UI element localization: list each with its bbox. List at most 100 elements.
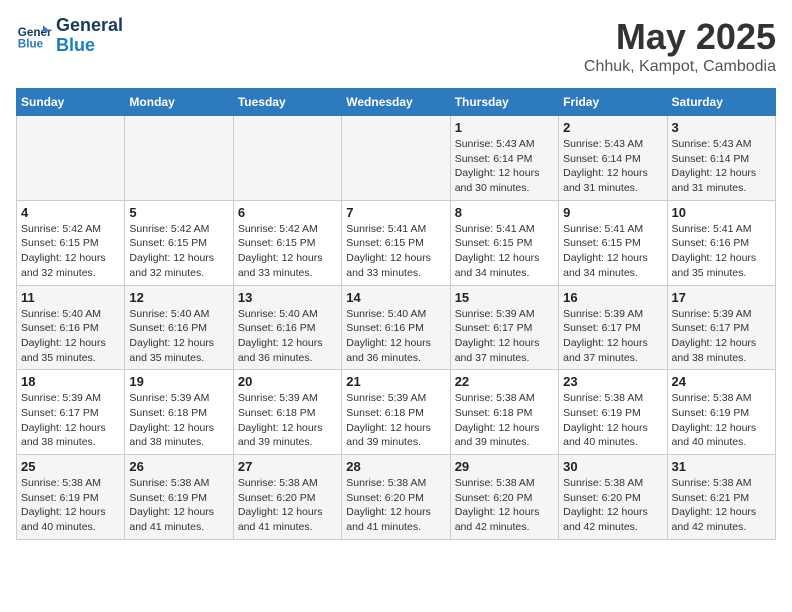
day-info: Sunrise: 5:41 AM Sunset: 6:16 PM Dayligh… (672, 222, 771, 281)
day-info: Sunrise: 5:38 AM Sunset: 6:21 PM Dayligh… (672, 476, 771, 535)
day-number: 12 (129, 290, 228, 305)
calendar-week: 4 Sunrise: 5:42 AM Sunset: 6:15 PM Daylig… (17, 200, 776, 285)
calendar-cell: 9 Sunrise: 5:41 AM Sunset: 6:15 PM Daylig… (559, 200, 667, 285)
day-number: 18 (21, 374, 120, 389)
day-info: Sunrise: 5:38 AM Sunset: 6:20 PM Dayligh… (455, 476, 554, 535)
day-info: Sunrise: 5:38 AM Sunset: 6:19 PM Dayligh… (21, 476, 120, 535)
day-info: Sunrise: 5:41 AM Sunset: 6:15 PM Dayligh… (563, 222, 662, 281)
weekday-header: Thursday (450, 89, 558, 116)
calendar-cell (233, 116, 341, 201)
weekday-header: Sunday (17, 89, 125, 116)
day-number: 16 (563, 290, 662, 305)
calendar-cell: 2 Sunrise: 5:43 AM Sunset: 6:14 PM Daylig… (559, 116, 667, 201)
day-number: 11 (21, 290, 120, 305)
logo-text: General Blue (56, 16, 123, 56)
calendar-cell: 21Sunrise: 5:39 AM Sunset: 6:18 PM Dayli… (342, 370, 450, 455)
calendar-week: 11 Sunrise: 5:40 AM Sunset: 6:16 PM Dayli… (17, 285, 776, 370)
day-number: 20 (238, 374, 337, 389)
calendar-week: 25 Sunrise: 5:38 AM Sunset: 6:19 PM Dayli… (17, 455, 776, 540)
calendar-cell: 29Sunrise: 5:38 AM Sunset: 6:20 PM Dayli… (450, 455, 558, 540)
weekday-header: Monday (125, 89, 233, 116)
logo-icon: General Blue (16, 18, 52, 54)
calendar-cell: 25 Sunrise: 5:38 AM Sunset: 6:19 PM Dayli… (17, 455, 125, 540)
day-number: 31 (672, 459, 771, 474)
day-number: 19 (129, 374, 228, 389)
calendar-cell: 20Sunrise: 5:39 AM Sunset: 6:18 PM Dayli… (233, 370, 341, 455)
weekday-header: Saturday (667, 89, 775, 116)
day-number: 22 (455, 374, 554, 389)
day-number: 15 (455, 290, 554, 305)
day-info: Sunrise: 5:38 AM Sunset: 6:19 PM Dayligh… (129, 476, 228, 535)
svg-text:Blue: Blue (18, 37, 44, 50)
day-number: 25 (21, 459, 120, 474)
day-number: 21 (346, 374, 445, 389)
weekday-header: Friday (559, 89, 667, 116)
day-number: 24 (672, 374, 771, 389)
calendar-week: 18Sunrise: 5:39 AM Sunset: 6:17 PM Dayli… (17, 370, 776, 455)
day-info: Sunrise: 5:41 AM Sunset: 6:15 PM Dayligh… (455, 222, 554, 281)
calendar-cell: 1Sunrise: 5:43 AM Sunset: 6:14 PM Daylig… (450, 116, 558, 201)
day-info: Sunrise: 5:38 AM Sunset: 6:19 PM Dayligh… (672, 391, 771, 450)
day-info: Sunrise: 5:43 AM Sunset: 6:14 PM Dayligh… (563, 137, 662, 196)
day-number: 4 (21, 205, 120, 220)
day-number: 28 (346, 459, 445, 474)
calendar-cell: 3Sunrise: 5:43 AM Sunset: 6:14 PM Daylig… (667, 116, 775, 201)
day-number: 3 (672, 120, 771, 135)
calendar-cell (342, 116, 450, 201)
calendar-cell: 30 Sunrise: 5:38 AM Sunset: 6:20 PM Dayli… (559, 455, 667, 540)
day-info: Sunrise: 5:40 AM Sunset: 6:16 PM Dayligh… (238, 307, 337, 366)
day-number: 6 (238, 205, 337, 220)
day-info: Sunrise: 5:42 AM Sunset: 6:15 PM Dayligh… (21, 222, 120, 281)
calendar-cell: 24 Sunrise: 5:38 AM Sunset: 6:19 PM Dayli… (667, 370, 775, 455)
day-info: Sunrise: 5:40 AM Sunset: 6:16 PM Dayligh… (21, 307, 120, 366)
calendar-cell: 23 Sunrise: 5:38 AM Sunset: 6:19 PM Dayli… (559, 370, 667, 455)
day-info: Sunrise: 5:40 AM Sunset: 6:16 PM Dayligh… (129, 307, 228, 366)
day-number: 8 (455, 205, 554, 220)
calendar-cell: 11 Sunrise: 5:40 AM Sunset: 6:16 PM Dayli… (17, 285, 125, 370)
day-info: Sunrise: 5:39 AM Sunset: 6:17 PM Dayligh… (672, 307, 771, 366)
calendar-cell: 7Sunrise: 5:41 AM Sunset: 6:15 PM Daylig… (342, 200, 450, 285)
day-info: Sunrise: 5:38 AM Sunset: 6:20 PM Dayligh… (238, 476, 337, 535)
day-info: Sunrise: 5:39 AM Sunset: 6:17 PM Dayligh… (563, 307, 662, 366)
day-number: 13 (238, 290, 337, 305)
day-number: 2 (563, 120, 662, 135)
calendar-cell: 14Sunrise: 5:40 AM Sunset: 6:16 PM Dayli… (342, 285, 450, 370)
day-number: 17 (672, 290, 771, 305)
calendar-week: 1 Sunrise: 5:43 AM Sunset: 6:14 PM Daylig… (17, 116, 776, 201)
calendar-cell: 28 Sunrise: 5:38 AM Sunset: 6:20 PM Dayli… (342, 455, 450, 540)
page-header: General Blue General Blue May 2025 Chhuk… (16, 16, 776, 76)
day-number: 5 (129, 205, 228, 220)
day-info: Sunrise: 5:39 AM Sunset: 6:18 PM Dayligh… (129, 391, 228, 450)
day-info: Sunrise: 5:38 AM Sunset: 6:19 PM Dayligh… (563, 391, 662, 450)
calendar-cell: 13 Sunrise: 5:40 AM Sunset: 6:16 PM Dayli… (233, 285, 341, 370)
logo: General Blue General Blue (16, 16, 123, 56)
calendar-cell: 26 Sunrise: 5:38 AM Sunset: 6:19 PM Dayli… (125, 455, 233, 540)
calendar-cell: 16 Sunrise: 5:39 AM Sunset: 6:17 PM Dayli… (559, 285, 667, 370)
calendar-title: May 2025 (584, 16, 776, 58)
day-number: 23 (563, 374, 662, 389)
calendar-cell: 10Sunrise: 5:41 AM Sunset: 6:16 PM Dayli… (667, 200, 775, 285)
calendar-cell (125, 116, 233, 201)
calendar-cell: 27Sunrise: 5:38 AM Sunset: 6:20 PM Dayli… (233, 455, 341, 540)
calendar-cell: 22 Sunrise: 5:38 AM Sunset: 6:18 PM Dayli… (450, 370, 558, 455)
day-number: 30 (563, 459, 662, 474)
calendar-cell: 31 Sunrise: 5:38 AM Sunset: 6:21 PM Dayli… (667, 455, 775, 540)
day-number: 26 (129, 459, 228, 474)
day-number: 1 (455, 120, 554, 135)
day-info: Sunrise: 5:38 AM Sunset: 6:20 PM Dayligh… (346, 476, 445, 535)
day-number: 9 (563, 205, 662, 220)
calendar-cell (17, 116, 125, 201)
calendar-cell: 4 Sunrise: 5:42 AM Sunset: 6:15 PM Daylig… (17, 200, 125, 285)
day-info: Sunrise: 5:38 AM Sunset: 6:20 PM Dayligh… (563, 476, 662, 535)
title-block: May 2025 Chhuk, Kampot, Cambodia (584, 16, 776, 76)
day-info: Sunrise: 5:42 AM Sunset: 6:15 PM Dayligh… (129, 222, 228, 281)
day-info: Sunrise: 5:38 AM Sunset: 6:18 PM Dayligh… (455, 391, 554, 450)
calendar-cell: 19 Sunrise: 5:39 AM Sunset: 6:18 PM Dayli… (125, 370, 233, 455)
day-info: Sunrise: 5:42 AM Sunset: 6:15 PM Dayligh… (238, 222, 337, 281)
calendar-cell: 5 Sunrise: 5:42 AM Sunset: 6:15 PM Daylig… (125, 200, 233, 285)
day-number: 7 (346, 205, 445, 220)
calendar-cell: 6 Sunrise: 5:42 AM Sunset: 6:15 PM Daylig… (233, 200, 341, 285)
calendar-cell: 8 Sunrise: 5:41 AM Sunset: 6:15 PM Daylig… (450, 200, 558, 285)
weekday-header: Wednesday (342, 89, 450, 116)
calendar-body: 1 Sunrise: 5:43 AM Sunset: 6:14 PM Daylig… (17, 116, 776, 540)
